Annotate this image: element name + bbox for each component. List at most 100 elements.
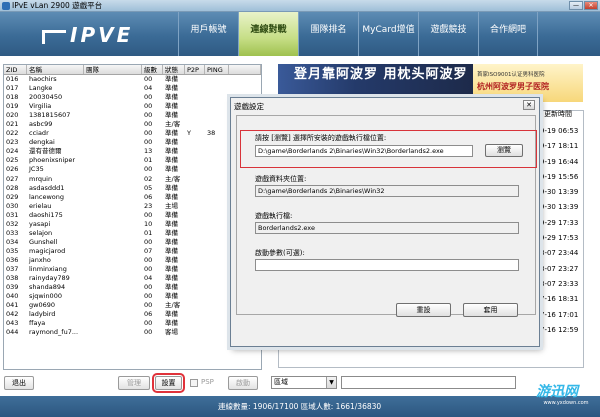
table-cell — [205, 265, 229, 274]
region-select[interactable]: 區域 ▼ — [271, 376, 337, 389]
table-cell: 1381815607 — [29, 111, 71, 120]
table-cell: 00 — [144, 283, 153, 292]
column-header[interactable]: PING — [205, 65, 229, 74]
table-row[interactable]: 044 raymond_fu7... 00 客場 — [4, 328, 261, 337]
column-header[interactable]: 名稱 — [27, 65, 84, 74]
table-row[interactable]: 021 asbc99 00 主/客 — [4, 120, 261, 129]
browse-button[interactable]: 瀏覽 — [485, 144, 523, 157]
column-header[interactable]: 級數 — [142, 65, 163, 74]
table-row[interactable]: 043 ffaya 00 準備 — [4, 319, 261, 328]
table-cell — [84, 165, 142, 174]
table-row[interactable]: 039 shanda894 00 準備 — [4, 283, 261, 292]
table-row[interactable]: 023 dengkai 00 準備 — [4, 138, 261, 147]
launch-params-field[interactable] — [255, 259, 519, 271]
table-cell: 準備 — [165, 264, 178, 273]
table-cell: 00 — [144, 75, 153, 83]
table-cell — [185, 193, 205, 202]
tab-game-competition[interactable]: 遊戲競技 — [418, 12, 478, 56]
table-cell — [84, 129, 142, 138]
reset-button[interactable]: 重設 — [396, 303, 451, 317]
launch-button[interactable]: 啟動 — [228, 376, 258, 390]
news-time: 7-16 18:31 — [540, 295, 579, 304]
news-time: 9-19 06:53 — [540, 127, 579, 135]
table-row[interactable]: 035 magicjarod 07 準備 — [4, 247, 261, 256]
table-row[interactable]: 034 Gunshell 00 準備 — [4, 238, 261, 247]
chat-input[interactable] — [341, 376, 516, 389]
table-cell: haochirs — [29, 75, 57, 83]
tab-online-battle[interactable]: 連線對戰 — [238, 12, 298, 56]
table-cell: 04 — [144, 84, 153, 93]
table-cell: 準備 — [165, 156, 178, 165]
exe-file-field[interactable]: Borderlands2.exe — [255, 222, 519, 234]
table-row[interactable]: 032 yasapi 10 準備 — [4, 220, 261, 229]
table-cell: shanda894 — [29, 283, 66, 292]
manage-button[interactable]: 管理 — [118, 376, 150, 390]
ad-line-1: 首家ISO9001认证男科医院 — [477, 72, 545, 78]
table-row[interactable]: 031 daoshi175 00 準備 — [4, 211, 261, 220]
table-row[interactable]: 017 Langke 04 準備 — [4, 84, 261, 93]
tab-mycard-topup[interactable]: MyCard增值 — [358, 12, 418, 56]
table-row[interactable]: 037 linminxiang 00 準備 — [4, 265, 261, 274]
table-row[interactable]: 022 cciadr 00 準備 Y 38 — [4, 129, 261, 138]
column-header[interactable]: 團隊 — [84, 65, 142, 74]
table-cell: 00 — [144, 111, 153, 120]
table-row[interactable]: 028 asdasddd1 05 準備 — [4, 184, 261, 193]
table-row[interactable]: 024 還有昔德爾 13 準備 — [4, 147, 261, 156]
table-row[interactable]: 041 gw0690 00 主/客 — [4, 301, 261, 310]
table-row[interactable]: 026 JC35 00 準備 — [4, 165, 261, 174]
table-cell — [185, 265, 205, 274]
table-row[interactable]: 042 ladybird 06 準備 — [4, 310, 261, 319]
close-button[interactable]: ✕ — [584, 1, 598, 10]
table-cell: 主/客 — [165, 301, 181, 310]
tab-team-ranking[interactable]: 團隊排名 — [298, 12, 358, 56]
chevron-down-icon[interactable]: ▼ — [326, 377, 336, 388]
table-cell: Langke — [29, 84, 53, 93]
table-row[interactable]: 018 20030450 00 準備 — [4, 93, 261, 102]
table-cell: 00 — [144, 255, 153, 264]
table-row[interactable]: 033 selajon 01 準備 — [4, 229, 261, 238]
settings-button[interactable]: 設置 — [152, 373, 185, 393]
table-row[interactable]: 036 janxho 00 準備 — [4, 256, 261, 265]
table-cell — [84, 283, 142, 292]
table-cell: gw0690 — [29, 301, 55, 310]
table-cell-filler — [229, 75, 261, 84]
table-row[interactable]: 029 lancewong 06 準備 — [4, 193, 261, 202]
launch-params-label: 啟動參數(可選): — [255, 249, 305, 257]
table-row[interactable]: 019 Virgilia 00 準備 — [4, 102, 261, 111]
logo-text: IPVE — [70, 23, 134, 47]
table-cell: 024 — [6, 147, 19, 156]
column-header[interactable]: P2P — [185, 65, 205, 74]
table-cell — [205, 283, 229, 292]
exe-path-field[interactable]: D:\game\Borderlands 2\Binaries\Win32\Bor… — [255, 145, 473, 157]
table-cell: sjqwin000 — [29, 292, 62, 301]
table-cell — [84, 247, 142, 256]
psp-checkbox[interactable] — [190, 379, 198, 387]
table-row[interactable]: 020 1381815607 00 準備 — [4, 111, 261, 120]
news-update-time-header[interactable]: 更新時間 — [544, 109, 572, 119]
table-row[interactable]: 016 haochirs 00 準備 — [4, 75, 261, 84]
tab-user-account[interactable]: 用戶帳號 — [178, 12, 238, 56]
dialog-close-button[interactable]: ✕ — [523, 100, 535, 110]
table-cell: 準備 — [165, 75, 178, 83]
table-cell: 準備 — [165, 246, 178, 255]
site-watermark: 游迅网 www.yxdown.com — [536, 384, 596, 414]
game-settings-dialog: 遊戲設定 ✕ 請按 [瀏覽] 選擇所安裝的遊戲執行檔位置: D:\game\Bo… — [230, 97, 540, 347]
table-row[interactable]: 040 sjqwin000 00 準備 — [4, 292, 261, 301]
table-row[interactable]: 025 phoenixsniper 01 準備 — [4, 156, 261, 165]
tab-partner-cafe[interactable]: 合作網吧 — [478, 12, 538, 56]
exit-button[interactable]: 退出 — [4, 376, 34, 390]
table-row[interactable]: 030 erielau 23 主場 — [4, 202, 261, 211]
table-cell: 02 — [144, 174, 153, 183]
column-header[interactable]: 狀態 — [163, 65, 185, 74]
table-row[interactable]: 038 rainyday789 04 準備 — [4, 274, 261, 283]
table-cell — [84, 274, 142, 283]
table-cell: 10 — [144, 219, 153, 228]
apply-button[interactable]: 套用 — [463, 303, 518, 317]
table-row[interactable]: 027 mrquin 02 主/客 — [4, 175, 261, 184]
minimize-button[interactable]: — — [569, 1, 583, 10]
table-cell: 13 — [144, 147, 153, 156]
column-header[interactable]: ZID — [4, 65, 27, 74]
table-cell: 00 — [144, 138, 153, 147]
table-cell — [84, 75, 142, 84]
data-folder-field[interactable]: D:\game\Borderlands 2\Binaries\Win32 — [255, 185, 519, 197]
